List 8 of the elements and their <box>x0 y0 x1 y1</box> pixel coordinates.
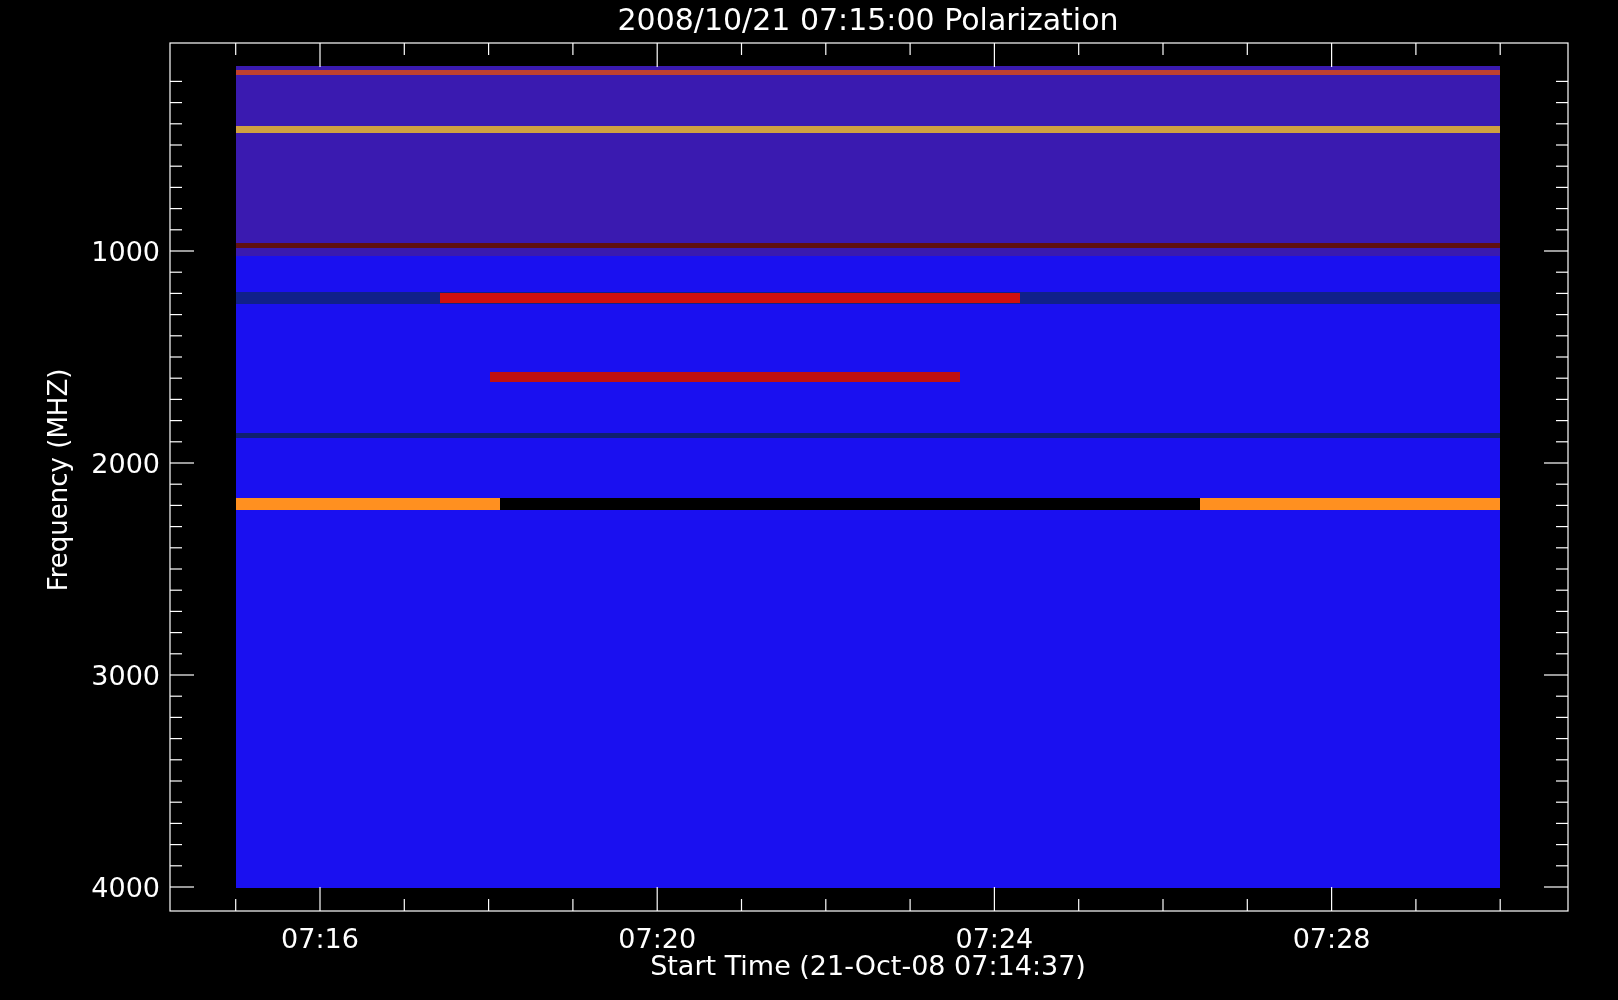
y-tick-label: 1000 <box>91 236 160 267</box>
y-tick-label: 4000 <box>91 872 160 903</box>
chart-title: 2008/10/21 07:15:00 Polarization <box>617 2 1119 37</box>
x-tick-label: 07:28 <box>1292 923 1371 954</box>
y-axis-title: Frequency (MHZ) <box>43 368 73 592</box>
y-tick-label: 2000 <box>91 448 160 479</box>
y-tick-label: 3000 <box>91 660 160 691</box>
x-tick-label: 07:16 <box>281 923 359 954</box>
